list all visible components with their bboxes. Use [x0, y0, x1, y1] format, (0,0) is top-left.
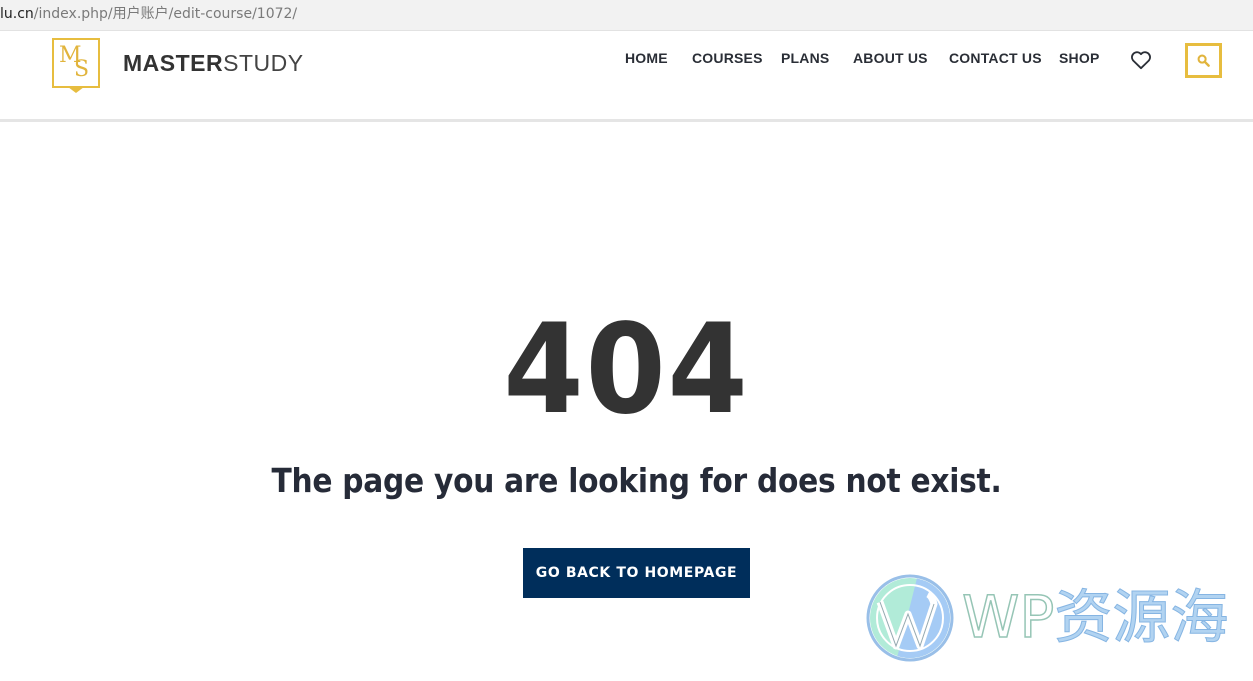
logo-brand-light: STUDY [223, 50, 304, 76]
logo-badge-icon: M S [52, 38, 100, 93]
watermark: WP资源海 [866, 572, 1246, 664]
heart-icon[interactable] [1130, 50, 1152, 70]
watermark-text-latin: WP [961, 582, 1055, 652]
watermark-text: WP资源海 [961, 582, 1229, 652]
logo-badge-s: S [74, 57, 90, 82]
browser-address-bar[interactable]: lu.cn/index.php/用户账户/edit-course/1072/ [0, 0, 1253, 31]
url-path: /index.php/用户账户/edit-course/1072/ [33, 6, 298, 22]
wordpress-logo-icon [866, 574, 954, 662]
error-code: 404 [503, 298, 750, 442]
nav-plans[interactable]: PLANS [781, 50, 829, 66]
nav-courses[interactable]: COURSES [692, 50, 763, 66]
watermark-text-cn: 资源海 [1054, 583, 1229, 652]
go-back-home-button[interactable]: GO BACK TO HOMEPAGE [523, 548, 750, 598]
nav-shop[interactable]: SHOP [1059, 50, 1099, 66]
logo-wordmark: MASTERSTUDY [123, 50, 304, 77]
site-header: M S MASTERSTUDY HOME COURSES PLANS ABOUT… [0, 31, 1253, 122]
nav-home[interactable]: HOME [625, 50, 668, 66]
error-message: The page you are looking for does not ex… [271, 461, 1002, 500]
logo-brand-bold: MASTER [123, 50, 224, 76]
search-icon [1197, 54, 1210, 67]
search-button[interactable] [1185, 43, 1222, 78]
url-host: lu.cn [0, 6, 34, 22]
nav-about-us[interactable]: ABOUT US [853, 50, 928, 66]
nav-contact-us[interactable]: CONTACT US [949, 50, 1042, 66]
